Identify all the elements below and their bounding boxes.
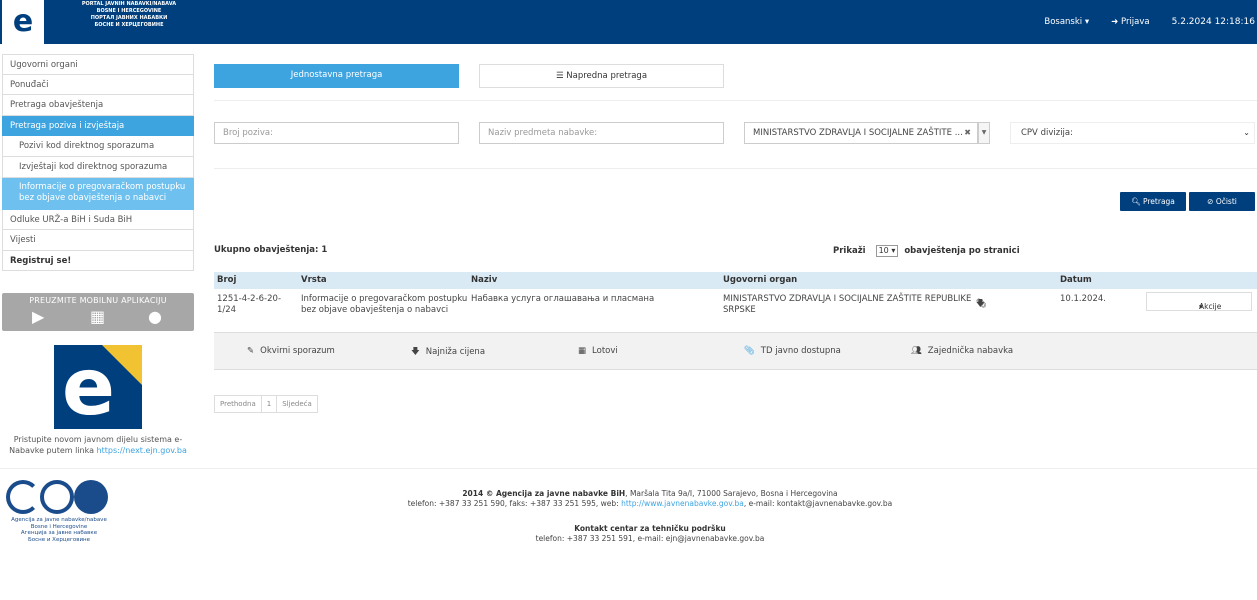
- col-ugovorni-organ[interactable]: Ugovorni organ: [723, 275, 797, 285]
- results-total: Ukupno obavještenja: 1: [214, 245, 328, 255]
- cell-organ: MINISTARSTVO ZDRAVLJA I SOCIJALNE ZAŠTIT…: [723, 294, 972, 315]
- legend-lotovi: ▦ Lotovi: [578, 346, 618, 356]
- agency-name: Agencija za javne nabavke/nabave Bosne i…: [11, 517, 107, 543]
- footer-line-3: Kontakt centar za tehničku podršku: [574, 524, 726, 533]
- list-icon: ☰: [555, 71, 564, 81]
- footer-line-1: 2014 © Agencija za javne nabavke BiH, Ma…: [462, 489, 838, 498]
- caret-down-icon: ▾: [1199, 302, 1203, 311]
- tab-advanced-search[interactable]: ☰ Napredna pretraga: [479, 64, 724, 88]
- footer-web-link[interactable]: http://www.javnenabavke.gov.ba: [621, 499, 744, 508]
- footer-line-2: telefon: +387 33 251 590, faks: +387 33 …: [407, 499, 893, 508]
- sidebar-item-pozivi-direktni[interactable]: Pozivi kod direktnog sporazuma: [2, 136, 194, 157]
- ban-icon: ⊘: [1207, 197, 1214, 206]
- sidebar-item-odluke-urz[interactable]: Odluke URŽ-a BiH i Suda BiH: [2, 209, 194, 231]
- select-arrow-icon[interactable]: ▼: [978, 122, 990, 144]
- search-button[interactable]: 🔍︎ Pretraga: [1120, 192, 1186, 211]
- sidebar-item-pretraga-poziva[interactable]: Pretraga poziva i izvještaja: [2, 115, 194, 137]
- sidebar-item-pregovaracki-postupak[interactable]: Informacije o pregovaračkom postupku bez…: [2, 177, 194, 210]
- footer-line-4: telefon: +387 33 251 591, e-mail: ejn@ja…: [535, 534, 765, 543]
- clear-button[interactable]: ⊘ Očisti: [1189, 192, 1255, 211]
- sidebar-item-izvjestaji-direktni[interactable]: Izvještaji kod direktnog sporazuma: [2, 156, 194, 178]
- sidebar-item-ponudjaci[interactable]: Ponuđači: [2, 74, 194, 96]
- sidebar-item-pretraga-obavjestenja[interactable]: Pretraga obavještenja: [2, 95, 194, 116]
- icon-legend: ✎ Okvirni sporazum 🡇 Najniža cijena ▦ Lotov…: [214, 332, 1257, 370]
- cell-datum: 10.1.2024.: [1060, 294, 1106, 304]
- clear-selection-icon[interactable]: ✖: [964, 123, 971, 143]
- legend-zajednicka: 👥︎ Zajednička nabavka: [911, 346, 1014, 356]
- users-icon: 👥︎: [911, 346, 922, 356]
- windows-store-icon[interactable]: ▦: [90, 307, 105, 327]
- legend-okvirni-sporazum: ✎ Okvirni sporazum: [247, 346, 335, 356]
- header-datetime: 5.2.2024 12:18:16: [1171, 17, 1255, 27]
- chevron-down-icon: ⌄: [1243, 128, 1250, 137]
- paperclip-icon: 📎︎: [976, 299, 987, 309]
- legend-najniza-cijena: 🡇 Najniža cijena: [411, 347, 486, 357]
- header-right: Bosanski ▾ ➜ Prijava 5.2.2024 12:18:16: [1044, 0, 1257, 44]
- per-page-select[interactable]: 10 ▾: [875, 245, 899, 257]
- table-row[interactable]: 1251-4-2-6-20-1/24 Informacije o pregova…: [214, 289, 1257, 323]
- sidebar-item-vijesti[interactable]: Vijesti: [2, 230, 194, 251]
- col-datum[interactable]: Datum: [1060, 275, 1092, 285]
- mobile-app-title: PREUZMITE MOBILNU APLIKACIJU: [29, 296, 167, 305]
- cell-vrsta: Informacije o pregovaračkom postupku bez…: [301, 294, 468, 315]
- apple-store-icon[interactable]: ●: [148, 307, 162, 327]
- pagination: Prethodna 1 Sljedeća: [214, 395, 318, 413]
- pager-next[interactable]: Sljedeća: [277, 396, 317, 412]
- e-logo-icon: e: [12, 4, 34, 39]
- paperclip-icon: 📎︎: [744, 346, 755, 356]
- cell-broj: 1251-4-2-6-20-1/24: [217, 294, 282, 315]
- cell-naziv: Набавка услуга оглашавања и пласмана: [471, 294, 655, 304]
- arrow-down-icon: 🡇: [411, 347, 420, 357]
- sidebar-item-ugovorni-organi[interactable]: Ugovorni organi: [2, 54, 194, 75]
- akcije-dropdown-button[interactable]: Akcije ▾: [1146, 292, 1252, 311]
- google-play-icon[interactable]: ▶: [32, 307, 44, 327]
- per-page-control: Prikaži 10 ▾ obavještenja po stranici: [833, 245, 1020, 257]
- caret-down-icon: ▾: [1084, 17, 1090, 27]
- tab-simple-search[interactable]: Jednostavna pretraga: [214, 64, 459, 88]
- grid-icon: ▦: [578, 346, 587, 356]
- language-dropdown[interactable]: Bosanski ▾: [1044, 17, 1089, 27]
- col-vrsta[interactable]: Vrsta: [301, 275, 327, 285]
- portal-logo[interactable]: e: [2, 0, 44, 44]
- e-letter-icon: e: [62, 345, 115, 429]
- agency-logo-ring-icon: [40, 480, 74, 514]
- sidebar-nav: Ugovorni organi Ponuđači Pretraga obavje…: [2, 54, 194, 272]
- login-link[interactable]: ➜ Prijava: [1111, 17, 1149, 27]
- ugovorni-organ-select[interactable]: MINISTARSTVO ZDRAVLJA I SOCIJALNE ZAŠTIT…: [744, 122, 978, 144]
- pager-page-1[interactable]: 1: [262, 396, 278, 412]
- results-table: Broj Vrsta Naziv Ugovorni organ Datum 12…: [214, 272, 1257, 323]
- table-header: Broj Vrsta Naziv Ugovorni organ Datum: [214, 272, 1257, 289]
- pager-prev[interactable]: Prethodna: [215, 396, 262, 412]
- top-header: e PORTAL JAVNIH NABAVKI/NABAVA BOSNE I H…: [0, 0, 1257, 44]
- agency-logo-disc-icon: [74, 480, 108, 514]
- promo-link[interactable]: https://next.ejn.gov.ba: [97, 446, 187, 455]
- broj-poziva-input[interactable]: Broj poziva:: [214, 122, 459, 144]
- col-broj[interactable]: Broj: [217, 275, 236, 285]
- naziv-predmeta-input[interactable]: Naziv predmeta nabavke:: [479, 122, 724, 144]
- col-naziv[interactable]: Naziv: [471, 275, 497, 285]
- promo-text: Pristupite novom javnom dijelu sistema e…: [9, 435, 187, 455]
- cpv-divizija-select[interactable]: CPV divizija: ⌄: [1010, 122, 1255, 144]
- sign-in-icon: ➜: [1111, 17, 1119, 27]
- agency-logo-ring-icon: [6, 480, 40, 514]
- mobile-app-box: PREUZMITE MOBILNU APLIKACIJU ▶ ▦ ●: [2, 293, 194, 331]
- sidebar-item-registruj[interactable]: Registruj se!: [2, 250, 194, 272]
- legend-td-javno: 📎︎ TD javno dostupna: [744, 346, 841, 356]
- portal-title: PORTAL JAVNIH NABAVKI/NABAVA BOSNE I HER…: [81, 1, 177, 28]
- e-nabavke-logo[interactable]: e: [54, 345, 142, 429]
- search-icon: 🔍︎: [1131, 197, 1141, 206]
- edit-icon: ✎: [247, 346, 255, 356]
